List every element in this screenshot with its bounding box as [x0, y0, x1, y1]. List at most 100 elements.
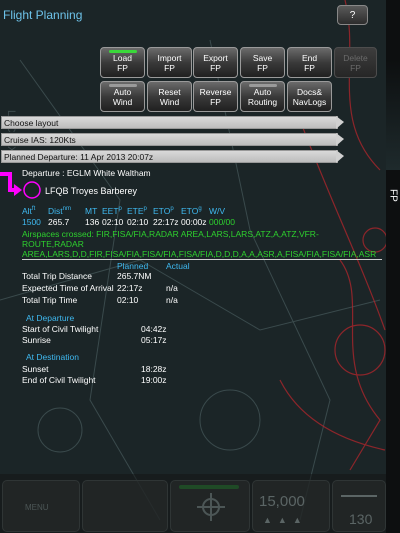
col-header-planned: Planned — [117, 261, 149, 271]
col-header-actual: Actual — [166, 261, 190, 271]
button-label: Load — [113, 52, 132, 63]
button-label: Delete — [343, 52, 368, 63]
chevron-right-icon — [336, 150, 344, 163]
departure-label: Departure : EGLM White Waltham — [22, 168, 151, 178]
col-header-alt: Altft — [22, 206, 36, 216]
twilight-value: 04:42z — [141, 324, 167, 334]
airspaces-crossed: Airspaces crossed: FIR,FISA/FIA,RADAR AR… — [22, 229, 377, 259]
button-label: Export — [203, 52, 228, 63]
button-label: NavLogs — [292, 96, 327, 107]
button-label: Import — [157, 52, 182, 63]
save-fp-button[interactable]: Save FP — [240, 47, 285, 78]
button-label: Reverse — [199, 86, 232, 97]
auto-routing-toggle[interactable]: Auto Routing — [240, 81, 285, 112]
summary-actual-value: n/a — [166, 295, 178, 305]
leg-eet-value: 02:10 — [102, 217, 124, 227]
tab-fp[interactable]: FP — [387, 177, 399, 213]
button-label: FP — [210, 96, 221, 107]
button-label: End — [301, 52, 318, 63]
col-header-etog: ETOg — [181, 206, 202, 216]
toggle-indicator — [109, 84, 137, 87]
position-button[interactable] — [170, 480, 250, 532]
selector-label: Cruise IAS: 120Kts — [4, 135, 76, 145]
toggle-indicator — [249, 84, 277, 87]
delete-fp-button[interactable]: Delete FP — [334, 47, 377, 78]
import-fp-button[interactable]: Import FP — [147, 47, 192, 78]
button-label: Wind — [159, 96, 180, 107]
cruise-ias-selector[interactable]: Cruise IAS: 120Kts — [1, 133, 344, 146]
section-heading: At Destination — [26, 352, 79, 362]
button-label: FP — [350, 62, 361, 73]
load-fp-button[interactable]: Load FP — [100, 47, 145, 78]
summary-actual-value: n/a — [166, 283, 178, 293]
speed-arrow-icon — [341, 495, 377, 497]
button-label: FP — [164, 62, 175, 73]
sunrise-value: 05:17z — [141, 335, 167, 345]
divider — [22, 259, 382, 260]
sunset-label: Sunset — [22, 364, 49, 374]
button-label: FP — [210, 62, 221, 73]
page-title: Flight Planning — [3, 8, 83, 22]
altitude-button[interactable]: 15,000 ▲▲▲ — [252, 480, 330, 532]
menu-label: MENU — [25, 503, 49, 512]
summary-label: Expected Time of Arrival — [22, 283, 114, 293]
selector-label: Choose layout — [4, 118, 59, 128]
twilight-label: Start of Civil Twilight — [22, 324, 99, 334]
right-sidebar — [386, 0, 400, 533]
twilight-end-label: End of Civil Twilight — [22, 375, 96, 385]
menu-button[interactable]: MENU — [2, 480, 80, 532]
help-button[interactable]: ? — [337, 5, 368, 25]
leg-eto-given-value: 00:00z — [181, 217, 207, 227]
speed-readout: 130 — [349, 511, 373, 527]
summary-label: Total Trip Time — [22, 295, 78, 305]
button-label: Reset — [158, 86, 181, 97]
active-indicator — [109, 50, 137, 53]
status-indicator — [179, 485, 239, 489]
flight-planning-panel: Flight Planning ? Load FP Import FP Expo… — [0, 0, 386, 474]
button-label: FP — [257, 62, 268, 73]
choose-layout-selector[interactable]: Choose layout — [1, 116, 344, 129]
altitude-arrows-icon: ▲▲▲ — [263, 515, 308, 525]
button-label: FP — [117, 62, 128, 73]
leg-mt-value: 136 — [85, 217, 100, 227]
col-header-mt: MT — [85, 206, 98, 216]
reset-wind-button[interactable]: Reset Wind — [147, 81, 192, 112]
button-label: FP — [304, 62, 315, 73]
crosshair-icon — [197, 493, 225, 521]
end-fp-button[interactable]: End FP — [287, 47, 332, 78]
chevron-right-icon — [336, 116, 344, 129]
col-header-wv: W/V — [209, 206, 226, 216]
docs-navlogs-button[interactable]: Docs& NavLogs — [287, 81, 332, 112]
col-header-dist: Distnm — [48, 206, 71, 216]
leg-alt-value[interactable]: 1500 — [22, 217, 41, 227]
twilight-end-value: 19:00z — [141, 375, 167, 385]
summary-planned-value: 265.7NM — [117, 271, 152, 281]
chevron-right-icon — [336, 133, 344, 146]
planned-departure-selector[interactable]: Planned Departure: 11 Apr 2013 20:07z — [1, 150, 344, 163]
summary-label: Total Trip Distance — [22, 271, 92, 281]
leg-ete-value: 02:10 — [127, 217, 149, 227]
section-heading: At Departure — [26, 313, 75, 323]
col-header-eetp: EETp — [102, 206, 122, 216]
button-label: Routing — [247, 96, 278, 107]
col-header-etop: ETOp — [153, 206, 174, 216]
sidebar-track — [386, 60, 400, 170]
auto-wind-toggle[interactable]: Auto Wind — [100, 81, 145, 112]
export-fp-button[interactable]: Export FP — [193, 47, 238, 78]
altitude-readout: 15,000 — [259, 493, 305, 510]
col-header-etep: ETEp — [127, 206, 147, 216]
leg-wind-value[interactable]: 000/00 — [209, 217, 235, 227]
summary-planned-value: 02:10 — [117, 295, 139, 305]
speed-button[interactable]: 130 — [332, 480, 386, 532]
sunset-value: 18:28z — [141, 364, 167, 374]
button-label: Save — [252, 52, 273, 63]
map-control-button[interactable] — [82, 480, 168, 532]
button-label: Auto — [113, 86, 132, 97]
leg-eto-planned-value: 22:17z — [153, 217, 179, 227]
waypoint-label[interactable]: LFQB Troyes Barberey — [45, 186, 137, 196]
reverse-fp-button[interactable]: Reverse FP — [193, 81, 238, 112]
button-label: Wind — [112, 96, 133, 107]
button-label: Docs& — [296, 86, 323, 97]
leg-dist-value: 265.7 — [48, 217, 70, 227]
sunrise-label: Sunrise — [22, 335, 51, 345]
